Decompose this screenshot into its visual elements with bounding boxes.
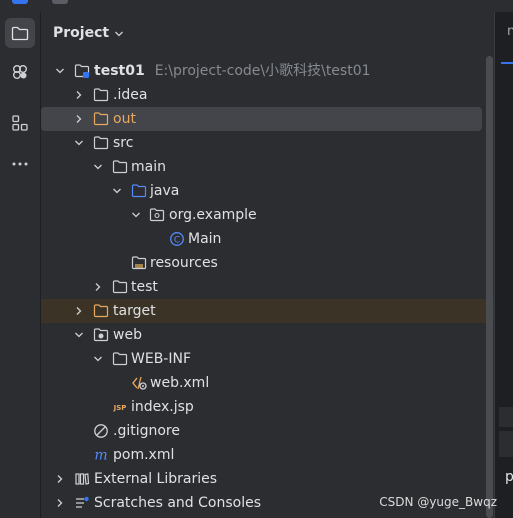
project-tree: test01E:\project-code\小歌科技\test01 .idea [41,59,494,515]
chevron-down-icon[interactable] [114,30,124,38]
plugins-tool-button[interactable] [5,57,35,87]
editor-area: n p [494,12,513,518]
xml-file-icon [131,375,147,391]
tree-label: test01 E:\project-code\小歌科技\test01 [94,63,371,79]
project-panel: Project test01 E:\project-code\小歌科技\test0… [41,12,494,518]
chevron-down-icon[interactable] [130,209,142,221]
tree-label: src [113,135,134,151]
folder-icon [112,159,128,175]
tree-node-test[interactable]: test [41,275,494,299]
active-tab-indicator [501,62,513,64]
tree-node-test01[interactable]: test01 E:\project-code\小歌科技\test01 [41,59,494,83]
tree-node-web-inf[interactable]: WEB-INF [41,347,494,371]
chevron-right-icon[interactable] [92,281,104,293]
folder-icon [93,135,109,151]
tree-label: web [113,327,142,343]
tree-node-external-libraries[interactable]: External Libraries [41,467,494,491]
project-folder-icon [11,26,29,41]
toolbar-fragment [52,0,68,4]
structure-tool-button[interactable] [5,108,35,138]
svg-text:JSP: JSP [113,404,127,412]
chevron-down-icon[interactable] [73,329,85,341]
excluded-folder-icon [93,111,109,127]
folder-icon [112,279,128,295]
tree-node-target[interactable]: target [41,299,494,323]
resources-folder-icon [131,255,147,271]
tree-node-src[interactable]: src [41,131,494,155]
scratches-icon [74,495,90,511]
tree-node-web[interactable]: web [41,323,494,347]
library-icon [74,471,90,487]
tree-node-java[interactable]: java [41,179,494,203]
tree-label: WEB-INF [131,351,191,367]
project-tool-button[interactable] [5,18,35,48]
tree-label: test [131,279,158,295]
excluded-folder-icon [93,303,109,319]
panel-header: Project [41,12,494,54]
tree-label: .gitignore [113,423,180,439]
chevron-right-icon[interactable] [54,473,66,485]
tree-label: out [113,111,136,127]
tree-label: java [150,183,180,199]
tree-label: web.xml [150,375,210,391]
tree-node-index-jsp[interactable]: JSP index.jsp [41,395,494,419]
maven-icon: m [93,447,109,464]
top-toolbar-strip [0,0,513,12]
chevron-right-icon[interactable] [73,305,85,317]
editor-block [499,407,513,427]
tree-node-main-class[interactable]: C Main [41,227,494,251]
tree-label: index.jsp [131,399,194,415]
chevron-down-icon[interactable] [92,353,104,365]
tree-label: .idea [113,87,148,103]
folder-icon [112,351,128,367]
tree-label: main [131,159,166,175]
tree-label: External Libraries [94,471,217,487]
tree-node-package[interactable]: org.example [41,203,494,227]
chevron-down-icon[interactable] [54,65,66,77]
editor-block [499,431,513,457]
chevron-down-icon[interactable] [92,161,104,173]
activity-bar [0,12,41,518]
tree-label: Scratches and Consoles [94,495,261,511]
module-folder-icon [74,63,90,79]
source-folder-icon [131,183,147,199]
chevron-right-icon[interactable] [54,497,66,509]
plugins-icon [13,65,27,79]
more-tools-button[interactable] [5,149,35,179]
ide-window: Project test01 E:\project-code\小歌科技\test0… [0,0,513,518]
web-folder-icon [93,327,109,343]
tree-label: resources [150,255,218,271]
tree-node-main[interactable]: main [41,155,494,179]
tree-node-resources[interactable]: resources [41,251,494,275]
folder-icon [93,87,109,103]
chevron-right-icon[interactable] [73,113,85,125]
more-icon [12,162,28,166]
jsp-file-icon: JSP [112,399,128,415]
tree-node-idea[interactable]: .idea [41,83,494,107]
tree-node-web-xml[interactable]: web.xml [41,371,494,395]
tree-node-gitignore[interactable]: .gitignore [41,419,494,443]
tree-label: Main [188,231,222,247]
panel-title[interactable]: Project [53,25,109,41]
vertical-scrollbar[interactable] [486,56,493,518]
java-class-icon: C [169,231,185,247]
package-icon [149,207,165,223]
svg-text:m: m [94,448,107,464]
structure-icon [12,115,28,131]
tree-label: pom.xml [113,447,175,463]
chevron-right-icon[interactable] [73,89,85,101]
chevron-down-icon[interactable] [73,137,85,149]
toolbar-fragment [12,0,28,4]
ignore-file-icon [93,423,109,439]
editor-text-fragment: p [505,469,513,485]
svg-text:C: C [174,235,180,245]
editor-tab-fragment[interactable]: n [507,24,513,39]
tree-label: org.example [169,207,257,223]
watermark: CSDN @yuge_Bwqz [379,495,497,509]
chevron-down-icon[interactable] [111,185,123,197]
tree-node-pom[interactable]: m pom.xml [41,443,494,467]
tree-node-out[interactable]: out [41,107,482,131]
tree-label: target [113,303,156,319]
